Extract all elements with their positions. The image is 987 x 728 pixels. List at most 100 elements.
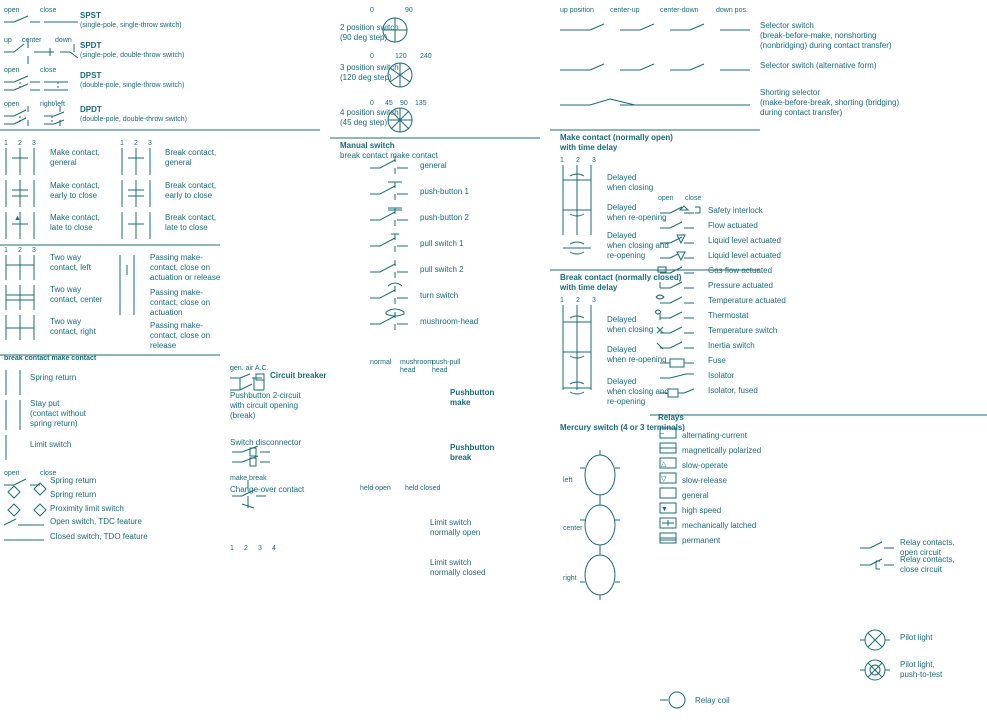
svg-text:3 position switch: 3 position switch [340,63,399,72]
svg-text:120: 120 [395,53,407,60]
svg-text:up: up [4,37,12,44]
svg-text:Delayed: Delayed [607,315,636,324]
svg-text:Isolator: Isolator [708,371,735,380]
svg-text:break: break [450,453,472,462]
svg-text:open: open [4,67,20,74]
svg-text:Temperature switch: Temperature switch [708,326,777,335]
svg-text:slow-release: slow-release [682,476,727,485]
svg-text:(45 deg step): (45 deg step) [340,118,387,127]
svg-text:open: open [4,7,20,14]
svg-text:make break: make break [230,475,267,482]
svg-text:(break): (break) [230,411,256,420]
svg-text:0: 0 [370,53,374,60]
svg-text:Passing make-: Passing make- [150,253,203,262]
svg-text:late to close: late to close [50,223,93,232]
svg-text:push-pull: push-pull [432,359,461,366]
svg-text:general: general [50,158,77,167]
svg-text:Limit switch: Limit switch [430,518,471,527]
svg-text:normally open: normally open [430,528,480,537]
svg-text:center-down: center-down [660,7,699,14]
svg-text:Closed switch, TDO feature: Closed switch, TDO feature [50,532,148,541]
svg-text:Delayed: Delayed [607,231,636,240]
svg-text:when re-opening: when re-opening [606,213,667,222]
svg-text:when closing: when closing [606,325,653,334]
svg-text:when closing and: when closing and [606,387,669,396]
svg-text:break contact make contact: break contact make contact [340,151,439,160]
svg-text:2: 2 [576,157,580,164]
svg-text:Two way: Two way [50,317,81,326]
svg-text:push-to-test: push-to-test [900,670,943,679]
svg-text:45: 45 [385,100,393,107]
svg-text:right/left: right/left [40,101,65,108]
svg-text:early to close: early to close [50,191,98,200]
svg-text:when closing: when closing [606,183,653,192]
svg-text:close circuit: close circuit [900,565,943,574]
svg-text:Make contact,: Make contact, [50,181,100,190]
svg-text:mushroom: mushroom [400,359,433,366]
svg-text:~: ~ [660,431,664,438]
svg-text:Delayed: Delayed [607,203,636,212]
svg-text:Pushbutton: Pushbutton [450,388,495,397]
svg-text:center: center [563,525,583,532]
svg-text:Pilot light,: Pilot light, [900,660,935,669]
svg-text:SPDT: SPDT [80,41,101,50]
svg-text:spring return): spring return) [30,419,78,428]
svg-text:1: 1 [560,157,564,164]
svg-text:Delayed: Delayed [607,377,636,386]
svg-text:Spring return: Spring return [50,476,96,485]
svg-text:Pushbutton 2-circuit: Pushbutton 2-circuit [230,391,301,400]
svg-text:normally closed: normally closed [430,568,486,577]
svg-text:2: 2 [576,297,580,304]
svg-text:(120 deg step): (120 deg step) [340,73,392,82]
svg-text:general: general [165,158,192,167]
svg-text:90: 90 [405,7,413,14]
svg-text:push-button 2: push-button 2 [420,213,469,222]
svg-text:Delayed: Delayed [607,345,636,354]
svg-text:close: close [685,195,701,202]
svg-text:Stay put: Stay put [30,399,60,408]
svg-text:(single-pole, single-throw swi: (single-pole, single-throw switch) [80,22,182,29]
svg-text:3: 3 [32,247,36,254]
svg-text:Pilot light: Pilot light [900,633,933,642]
svg-text:general: general [682,491,709,500]
svg-text:(contact without: (contact without [30,409,87,418]
svg-text:head: head [432,367,448,374]
svg-text:▼: ▼ [661,506,668,513]
svg-text:4: 4 [272,545,276,552]
svg-text:Selector switch (alternative f: Selector switch (alternative form) [760,61,877,70]
svg-text:magnetically polarized: magnetically polarized [682,446,761,455]
svg-text:contact, close on: contact, close on [150,298,210,307]
svg-text:0: 0 [370,100,374,107]
svg-text:Make contact (normally open): Make contact (normally open) [560,133,673,142]
svg-text:Break contact,: Break contact, [165,181,216,190]
svg-text:with time delay: with time delay [559,283,618,292]
svg-text:Two way: Two way [50,285,81,294]
svg-text:Change-over contact: Change-over contact [230,485,305,494]
svg-text:Spring return: Spring return [50,490,96,499]
svg-text:pull switch 2: pull switch 2 [420,265,464,274]
svg-text:slow-operate: slow-operate [682,461,728,470]
svg-text:actuation: actuation [150,308,182,317]
svg-text:down: down [55,37,72,44]
svg-text:3: 3 [592,157,596,164]
svg-text:Limit switch: Limit switch [30,440,71,449]
svg-text:when closing and: when closing and [606,241,669,250]
diagram-area: text { font-family: Arial, sans-serif; f… [0,0,987,726]
svg-text:DPDT: DPDT [80,105,102,114]
svg-text:Safety interlock: Safety interlock [708,206,764,215]
svg-text:Liquid level actuated: Liquid level actuated [708,236,781,245]
svg-text:head: head [400,367,416,374]
svg-text:late to close: late to close [165,223,208,232]
svg-text:2: 2 [134,140,138,147]
svg-text:center-up: center-up [610,7,640,14]
svg-text:SPST: SPST [80,11,101,20]
svg-text:Shorting selector: Shorting selector [760,88,820,97]
svg-text:Break contact,: Break contact, [165,148,216,157]
svg-text:permanent: permanent [682,536,721,545]
svg-text:Relays: Relays [658,413,684,422]
svg-text:open: open [658,195,674,202]
svg-text:0: 0 [370,7,374,14]
svg-text:open: open [4,470,20,477]
svg-text:Passing make-: Passing make- [150,288,203,297]
svg-text:DPST: DPST [80,71,101,80]
